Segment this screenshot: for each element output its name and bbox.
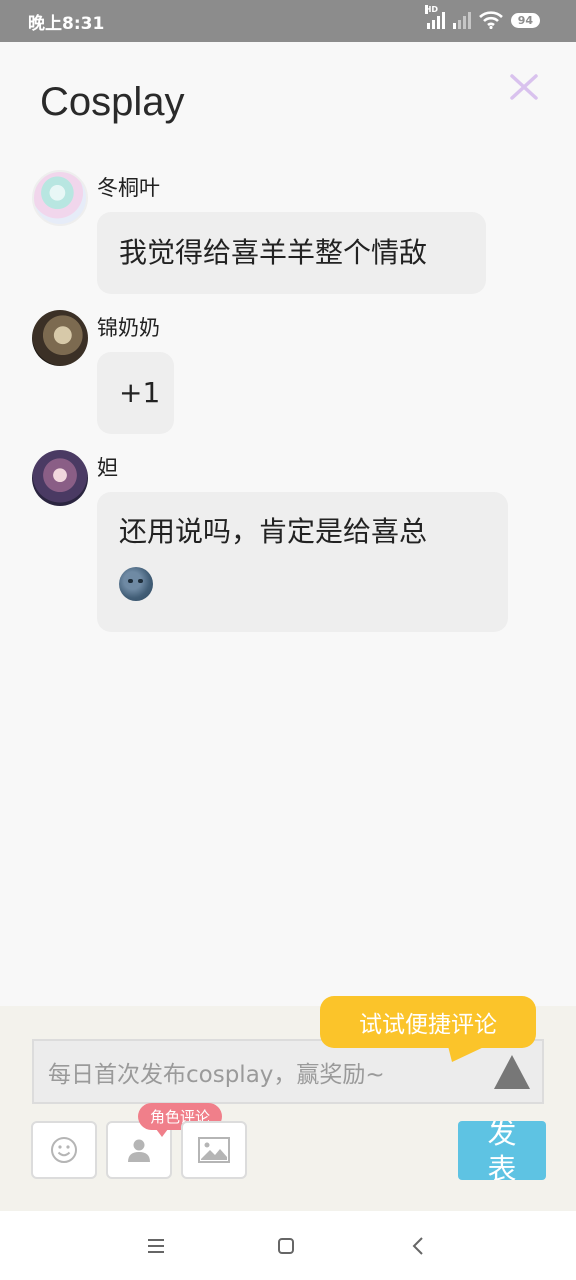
comment-item: 妲 还用说吗，肯定是给喜总	[32, 450, 552, 635]
menu-icon[interactable]	[141, 1231, 171, 1261]
status-icons: HD 94	[424, 5, 540, 29]
image-button[interactable]	[181, 1121, 247, 1179]
signal-icon: HD	[424, 5, 445, 29]
expand-quick-comments-icon[interactable]	[494, 1055, 530, 1089]
status-time: 晚上8:31	[28, 14, 105, 34]
avatar[interactable]	[32, 170, 88, 226]
back-icon[interactable]	[403, 1231, 433, 1261]
signal-secondary-icon	[452, 11, 471, 29]
comment-bubble[interactable]: 我觉得给喜羊羊整个情敌	[97, 212, 486, 294]
wifi-icon	[478, 11, 503, 29]
hd-badge: HD	[424, 5, 439, 14]
comment-bubble[interactable]: 还用说吗，肯定是给喜总	[97, 492, 508, 632]
comment-author[interactable]: 冬桐叶	[97, 172, 160, 202]
comment-bubble[interactable]: +1	[97, 352, 174, 434]
comment-text: 我觉得给喜羊羊整个情敌	[119, 236, 428, 269]
emoji-button[interactable]	[31, 1121, 97, 1179]
image-icon	[198, 1137, 230, 1163]
tooltip-text: 试试便捷评论	[359, 1012, 497, 1038]
comment-placeholder: 每日首次发布cosplay，赢奖励~	[48, 1061, 385, 1088]
avatar[interactable]	[32, 450, 88, 506]
comment-author[interactable]: 锦奶奶	[97, 312, 160, 342]
send-label-line2: 表	[487, 1151, 517, 1181]
send-label-line1: 发	[487, 1121, 517, 1150]
quick-comment-tooltip[interactable]: 试试便捷评论	[320, 996, 536, 1062]
comment-author[interactable]: 妲	[97, 452, 118, 482]
close-icon[interactable]	[506, 68, 542, 104]
comment-item: 锦奶奶 +1	[32, 310, 552, 435]
page-title: Cosplay	[40, 80, 185, 124]
battery-indicator: 94	[510, 12, 540, 28]
battery-level: 94	[517, 13, 533, 27]
comment-item: 冬桐叶 我觉得给喜羊羊整个情敌	[32, 170, 552, 295]
send-button[interactable]: 发 表	[458, 1121, 546, 1180]
comment-text: +1	[119, 376, 161, 409]
new-moon-face-icon	[119, 567, 153, 601]
smiley-icon	[51, 1137, 77, 1163]
person-icon	[128, 1139, 150, 1162]
avatar[interactable]	[32, 310, 88, 366]
home-icon[interactable]	[271, 1231, 301, 1261]
comment-text: 还用说吗，肯定是给喜总	[119, 515, 428, 548]
system-nav-bar	[0, 1211, 576, 1280]
status-bar: 晚上8:31 HD 94	[0, 0, 576, 42]
